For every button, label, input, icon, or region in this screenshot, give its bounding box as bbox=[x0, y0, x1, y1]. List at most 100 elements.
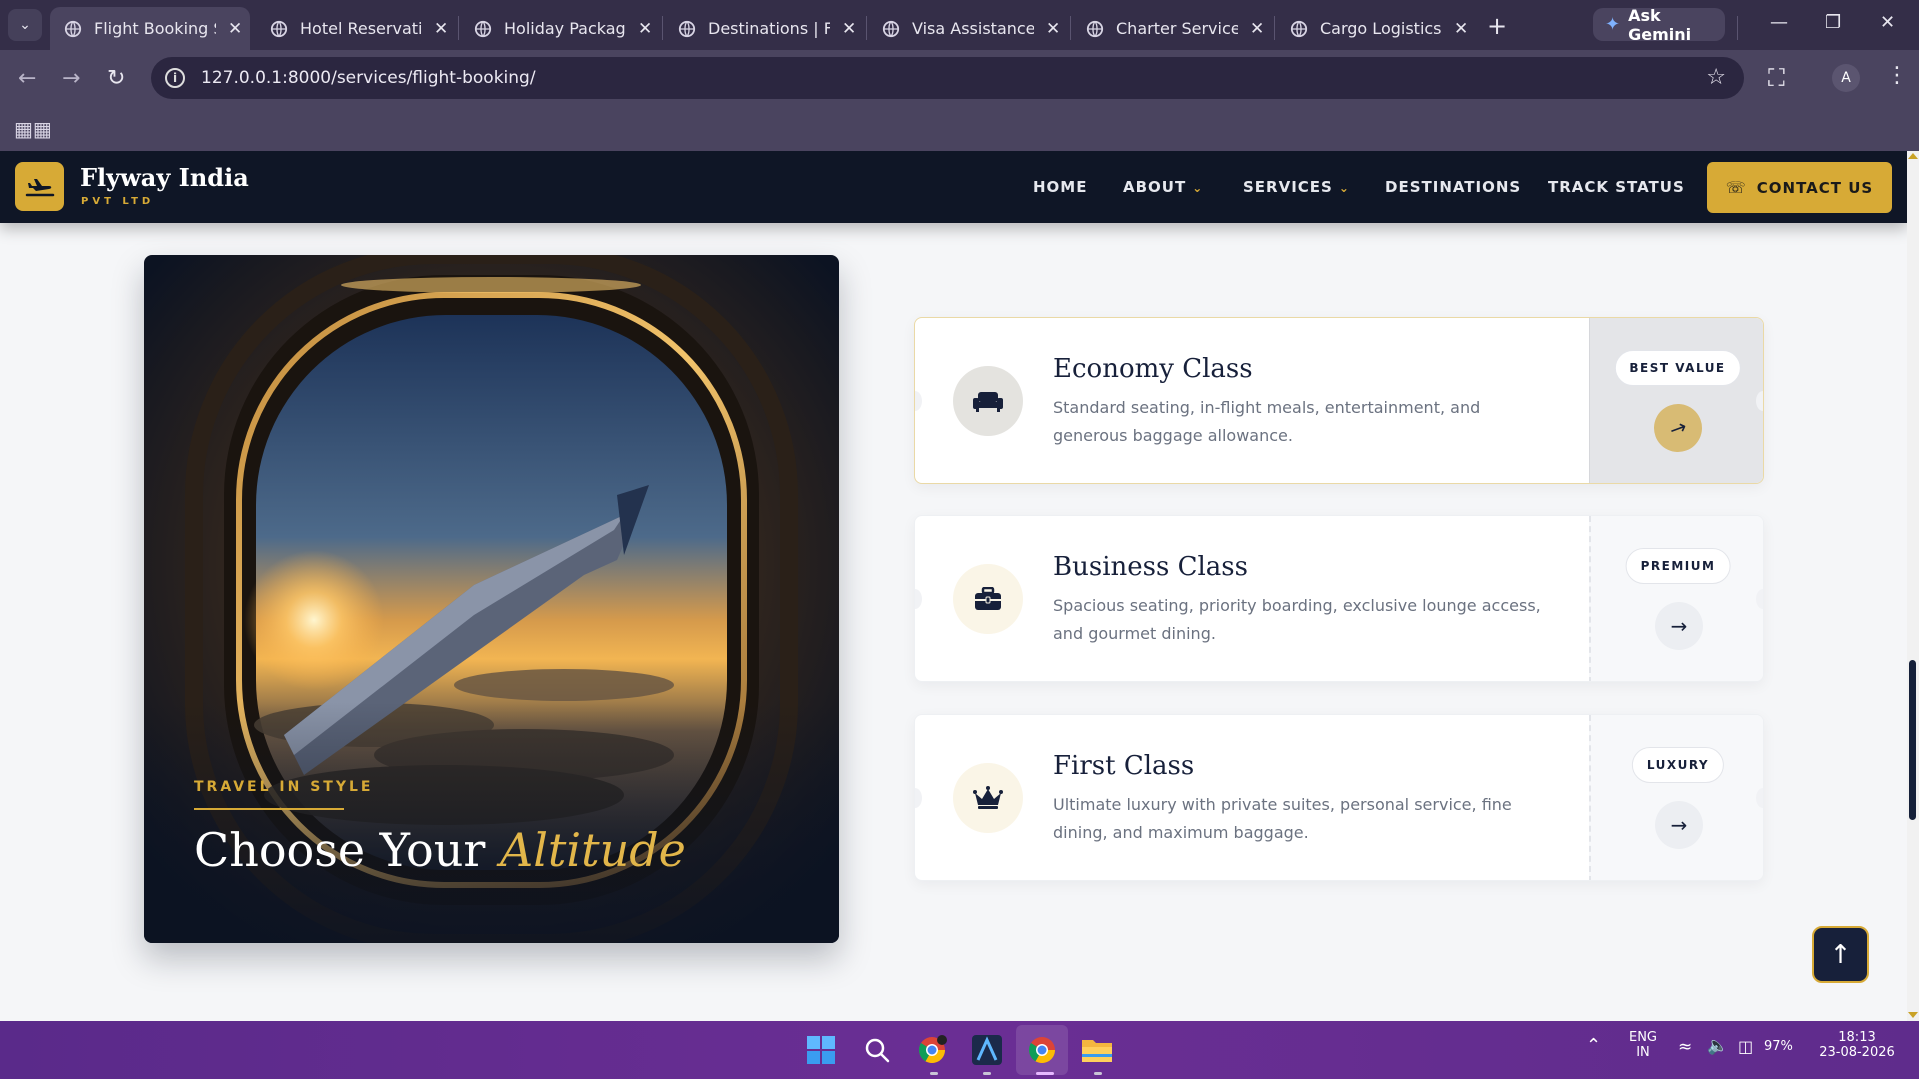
wifi-icon[interactable]: ≈ bbox=[1678, 1037, 1692, 1057]
scrollbar-thumb[interactable] bbox=[1909, 660, 1916, 820]
input-language[interactable]: ENG IN bbox=[1628, 1030, 1658, 1060]
window-close-icon[interactable]: ✕ bbox=[1880, 12, 1895, 33]
arrow-up-icon: ↑ bbox=[1829, 939, 1852, 970]
windows-taskbar: ⌃ ENG IN ≈ 🔈 ◫ 97% 18:13 23-08-2026 bbox=[0, 1021, 1919, 1079]
tab-hotel-reservation[interactable]: Hotel Reservation ✕ bbox=[256, 7, 456, 50]
tab-search-button[interactable]: ⌄ bbox=[8, 9, 42, 41]
ask-gemini-button[interactable]: ✦ Ask Gemini bbox=[1593, 6, 1725, 44]
language-code: ENG bbox=[1628, 1030, 1657, 1045]
chevron-down-icon: ⌄ bbox=[1192, 181, 1204, 195]
new-tab-icon[interactable]: + bbox=[1487, 12, 1507, 40]
class-card-business[interactable]: Business Class Spacious seating, priorit… bbox=[914, 515, 1764, 682]
profile-avatar[interactable]: A bbox=[1832, 64, 1860, 92]
class-title: Business Class bbox=[1053, 552, 1248, 582]
windows-start-icon[interactable] bbox=[804, 1033, 838, 1067]
nav-home-label: HOME bbox=[1033, 178, 1088, 196]
close-icon[interactable]: ✕ bbox=[434, 19, 448, 39]
nav-track-status[interactable]: TRACK STATUS bbox=[1548, 178, 1685, 196]
browser-menu-icon[interactable]: ⋮ bbox=[1886, 63, 1908, 88]
tab-title: Destinations | Flyw bbox=[708, 19, 830, 38]
class-badge: PREMIUM bbox=[1625, 548, 1731, 584]
system-clock[interactable]: 18:13 23-08-2026 bbox=[1812, 1030, 1902, 1060]
scroll-up-icon[interactable] bbox=[1908, 153, 1918, 159]
restore-icon[interactable]: ❐ bbox=[1825, 12, 1841, 33]
close-icon[interactable]: ✕ bbox=[638, 19, 652, 39]
back-to-top-button[interactable]: ↑ bbox=[1812, 926, 1869, 983]
class-card-economy[interactable]: Economy Class Standard seating, in-fligh… bbox=[914, 317, 1764, 484]
class-badge: LUXURY bbox=[1631, 747, 1725, 783]
tab-title: Visa Assistance Se bbox=[912, 19, 1034, 38]
chrome-icon[interactable] bbox=[1025, 1033, 1059, 1067]
extensions-icon[interactable]: ⛶ bbox=[1768, 64, 1785, 92]
nav-home[interactable]: HOME bbox=[1033, 178, 1087, 196]
close-icon[interactable]: ✕ bbox=[1454, 19, 1468, 39]
contact-us-button[interactable]: ☏ CONTACT US bbox=[1707, 162, 1892, 213]
globe-icon bbox=[678, 20, 696, 37]
hero-divider bbox=[194, 808, 344, 810]
arrow-right-icon[interactable]: → bbox=[1655, 801, 1703, 849]
page-scrollbar[interactable] bbox=[1907, 151, 1919, 1021]
globe-icon bbox=[474, 20, 492, 37]
close-icon[interactable]: ✕ bbox=[228, 19, 242, 39]
tab-separator bbox=[866, 16, 867, 40]
globe-icon bbox=[1290, 20, 1308, 37]
class-card-first[interactable]: First Class Ultimate luxury with private… bbox=[914, 714, 1764, 881]
class-description: Spacious seating, priority boarding, exc… bbox=[1053, 596, 1541, 643]
site-header: Flyway India PVT LTD HOME ABOUT ⌄ SERVICE… bbox=[0, 151, 1907, 223]
hero-eyebrow: TRAVEL IN STYLE bbox=[194, 779, 374, 795]
site-info-icon[interactable]: i bbox=[165, 68, 185, 88]
ticket-notch bbox=[1756, 788, 1763, 808]
hero-image-card: TRAVEL IN STYLE Choose Your Altitude bbox=[144, 255, 839, 943]
nav-track-label: TRACK STATUS bbox=[1548, 178, 1685, 196]
close-icon[interactable]: ✕ bbox=[1250, 19, 1264, 39]
arrow-right-icon[interactable]: → bbox=[1655, 602, 1703, 650]
brand-name[interactable]: Flyway India bbox=[80, 163, 249, 192]
chevron-down-icon: ⌄ bbox=[19, 17, 31, 33]
globe-icon bbox=[1086, 20, 1104, 37]
editor-app-icon[interactable] bbox=[970, 1033, 1004, 1067]
tab-holiday-packages[interactable]: Holiday Packages ✕ bbox=[460, 7, 660, 50]
hero-title-plain: Choose Your bbox=[194, 823, 486, 877]
back-arrow-icon[interactable]: ← bbox=[18, 66, 36, 91]
address-bar[interactable]: i 127.0.0.1:8000/services/flight-booking… bbox=[151, 57, 1744, 99]
battery-icon[interactable]: ◫ bbox=[1738, 1037, 1753, 1056]
close-icon[interactable]: ✕ bbox=[1046, 19, 1060, 39]
tab-title: Flight Booking Se bbox=[94, 19, 216, 38]
forward-arrow-icon[interactable]: → bbox=[62, 66, 80, 91]
tab-title: Charter Services | bbox=[1116, 19, 1238, 38]
nav-about[interactable]: ABOUT ⌄ bbox=[1123, 178, 1203, 196]
volume-icon[interactable]: 🔈 bbox=[1707, 1036, 1728, 1056]
class-card-aside: BEST VALUE → bbox=[1589, 318, 1763, 483]
gemini-sparkle-icon: ✦ bbox=[1605, 14, 1621, 35]
tab-flight-booking[interactable]: Flight Booking Se ✕ bbox=[50, 7, 250, 50]
scroll-down-icon[interactable] bbox=[1908, 1012, 1918, 1018]
brand-logo[interactable] bbox=[15, 162, 64, 211]
file-explorer-icon[interactable] bbox=[1080, 1033, 1114, 1067]
ticket-notch bbox=[915, 788, 922, 808]
nav-destinations[interactable]: DESTINATIONS bbox=[1385, 178, 1521, 196]
app-active-indicator bbox=[1036, 1072, 1054, 1075]
tab-charter-services[interactable]: Charter Services | ✕ bbox=[1072, 7, 1272, 50]
arrow-right-icon[interactable]: → bbox=[1647, 397, 1709, 459]
tab-cargo-logistics[interactable]: Cargo Logistics S ✕ bbox=[1276, 7, 1476, 50]
battery-percentage: 97% bbox=[1764, 1039, 1793, 1054]
nav-destinations-label: DESTINATIONS bbox=[1385, 178, 1522, 196]
ticket-notch bbox=[1756, 391, 1763, 411]
class-title: Economy Class bbox=[1053, 354, 1253, 384]
nav-services[interactable]: SERVICES ⌄ bbox=[1243, 178, 1350, 196]
reload-icon[interactable]: ↻ bbox=[107, 66, 125, 91]
hero-title-accent: Altitude bbox=[499, 823, 686, 877]
apps-grid-icon[interactable]: ▦▦ bbox=[14, 117, 52, 141]
clock-time: 18:13 bbox=[1838, 1030, 1876, 1045]
close-icon[interactable]: ✕ bbox=[842, 19, 856, 39]
chrome-profile-icon[interactable] bbox=[915, 1033, 949, 1067]
chevron-up-icon[interactable]: ⌃ bbox=[1586, 1035, 1601, 1056]
tab-visa-assistance[interactable]: Visa Assistance Se ✕ bbox=[868, 7, 1068, 50]
app-running-indicator bbox=[983, 1072, 991, 1075]
bookmark-star-icon[interactable]: ☆ bbox=[1706, 65, 1726, 90]
minimize-icon[interactable]: — bbox=[1770, 12, 1788, 33]
tab-destinations[interactable]: Destinations | Flyw ✕ bbox=[664, 7, 864, 50]
briefcase-icon bbox=[953, 564, 1023, 634]
search-icon[interactable] bbox=[860, 1033, 894, 1067]
class-badge: BEST VALUE bbox=[1614, 350, 1741, 386]
